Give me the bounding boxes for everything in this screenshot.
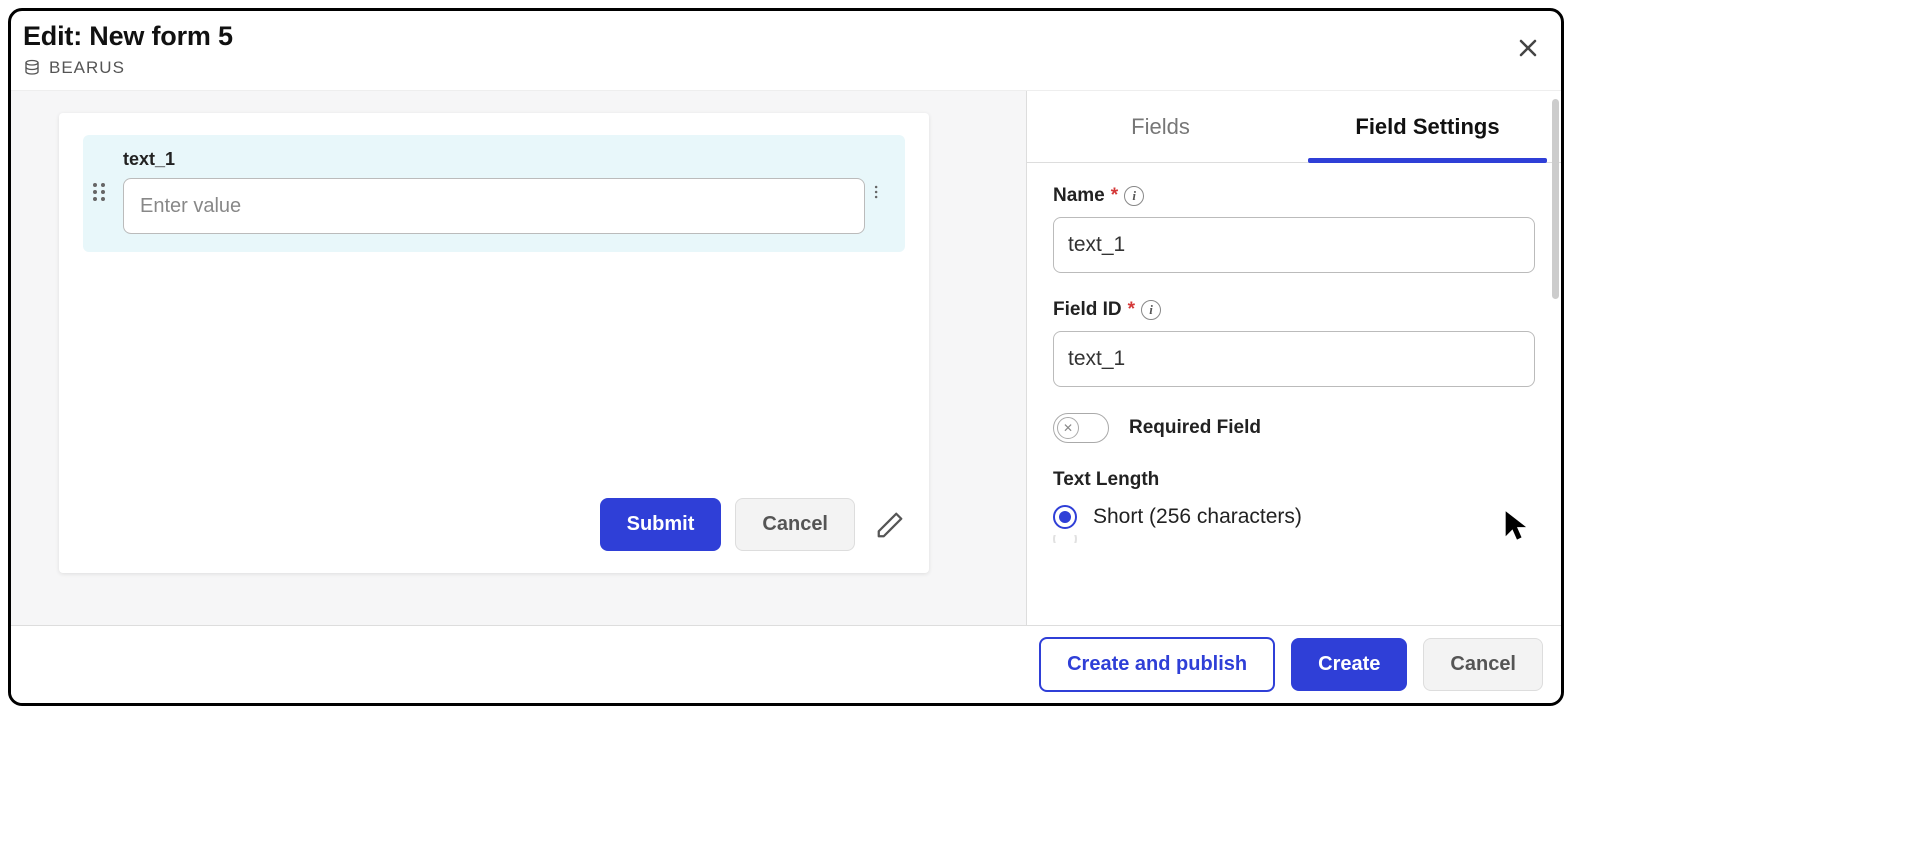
more-vertical-icon: [873, 180, 883, 204]
close-icon: [1516, 36, 1540, 60]
create-button[interactable]: Create: [1291, 638, 1407, 691]
field-id-input[interactable]: [1053, 331, 1535, 387]
modal-title-name: New form 5: [89, 21, 233, 51]
database-name: BEARUS: [49, 58, 125, 78]
database-breadcrumb: BEARUS: [23, 58, 1543, 78]
drag-handle[interactable]: [91, 180, 113, 208]
close-button[interactable]: [1513, 33, 1543, 63]
text-length-label: Text Length: [1053, 469, 1535, 491]
field-more-button[interactable]: [873, 180, 895, 208]
settings-pane: Fields Field Settings Name * i Field ID …: [1027, 91, 1561, 625]
create-and-publish-button[interactable]: Create and publish: [1039, 637, 1275, 692]
tab-fields[interactable]: Fields: [1027, 91, 1294, 162]
preview-cancel-button[interactable]: Cancel: [735, 498, 855, 551]
form-canvas: text_1 Submit Cancel: [11, 91, 1027, 625]
drag-icon: [91, 180, 107, 204]
form-preview-card: text_1 Submit Cancel: [59, 113, 929, 573]
settings-tabs: Fields Field Settings: [1027, 91, 1561, 163]
toggle-knob: ✕: [1057, 417, 1079, 439]
required-field-label: Required Field: [1129, 417, 1261, 439]
text-length-short-option[interactable]: Short (256 characters): [1053, 505, 1535, 529]
name-label: Name * i: [1053, 185, 1144, 207]
form-editor-modal: Edit: New form 5 BEARUS: [8, 8, 1564, 706]
modal-title: Edit: New form 5: [23, 21, 1543, 52]
modal-footer: Create and publish Create Cancel: [11, 625, 1561, 703]
field-id-label: Field ID * i: [1053, 299, 1161, 321]
preview-submit-button[interactable]: Submit: [600, 498, 722, 551]
form-field-block[interactable]: text_1: [83, 135, 905, 252]
required-indicator: *: [1111, 185, 1118, 207]
required-indicator: *: [1128, 299, 1135, 321]
required-toggle[interactable]: ✕: [1053, 413, 1109, 443]
field-label: text_1: [123, 149, 865, 170]
info-icon[interactable]: i: [1124, 186, 1144, 206]
radio-unchecked-icon: [1053, 535, 1077, 543]
preview-footer: Submit Cancel: [83, 498, 905, 551]
text-length-long-option[interactable]: [1053, 535, 1535, 543]
scrollbar[interactable]: [1552, 99, 1559, 299]
modal-header: Edit: New form 5 BEARUS: [11, 11, 1561, 91]
name-input[interactable]: [1053, 217, 1535, 273]
radio-checked-icon: [1053, 505, 1077, 529]
tab-field-settings[interactable]: Field Settings: [1294, 91, 1561, 162]
field-value-input[interactable]: [123, 178, 865, 234]
cancel-button[interactable]: Cancel: [1423, 638, 1543, 691]
modal-title-prefix: Edit:: [23, 21, 89, 51]
pencil-icon[interactable]: [875, 510, 905, 540]
info-icon[interactable]: i: [1141, 300, 1161, 320]
database-icon: [23, 59, 41, 77]
